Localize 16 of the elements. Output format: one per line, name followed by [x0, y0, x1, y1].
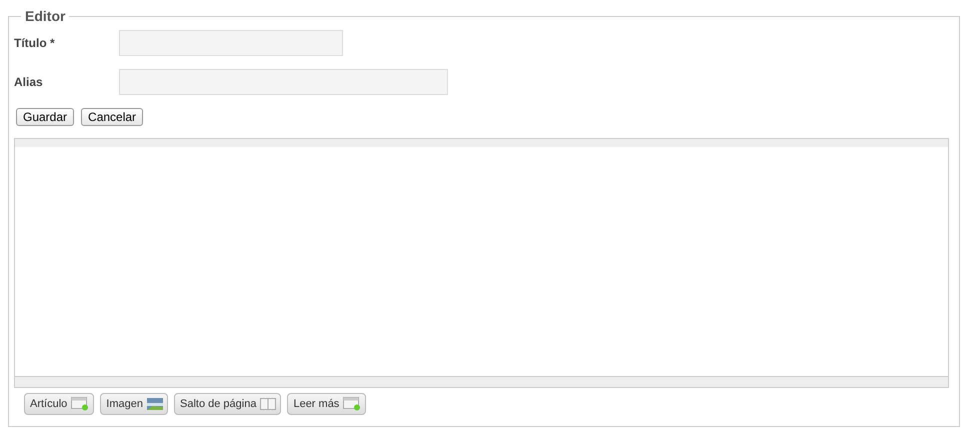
panel-title: Editor	[24, 8, 66, 24]
image-icon	[147, 398, 163, 410]
page-break-icon	[260, 398, 276, 410]
cancel-button[interactable]: Cancelar	[81, 108, 144, 126]
text-field[interactable]	[119, 30, 343, 56]
insert-button[interactable]: Leer más	[287, 393, 366, 415]
field-label: Título *	[14, 36, 56, 50]
document-add-icon	[343, 397, 362, 411]
save-button[interactable]: Guardar	[16, 108, 74, 126]
text-field[interactable]	[119, 69, 448, 95]
insert-button[interactable]: Artículo	[24, 393, 94, 415]
field-label: Alias	[14, 75, 44, 89]
insert-button[interactable]: Imagen	[100, 393, 168, 415]
insert-button[interactable]: Salto de página	[174, 393, 282, 415]
document-add-icon	[71, 397, 90, 411]
text-editor[interactable]	[14, 138, 949, 388]
